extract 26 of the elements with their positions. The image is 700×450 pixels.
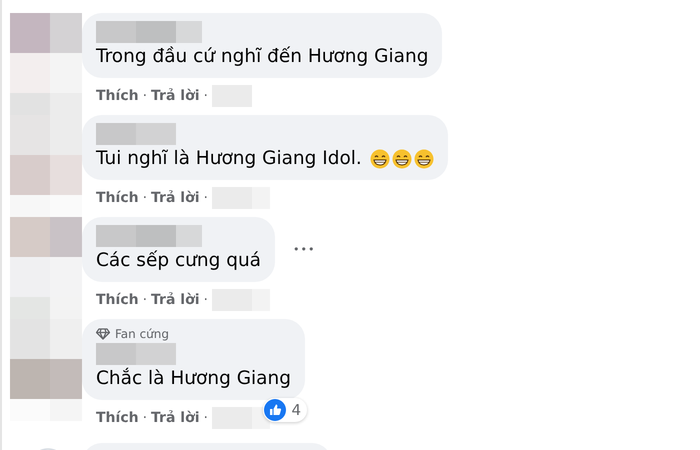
comment-text: Trong đầu cứ nghĩ đến Hương Giang bbox=[96, 45, 428, 69]
separator-dot: · bbox=[204, 88, 208, 104]
comment-action-link[interactable]: Thích bbox=[96, 88, 139, 104]
separator-dot: · bbox=[204, 190, 208, 206]
comment-text: Chắc là Hương Giang bbox=[96, 367, 291, 391]
comment-action-link[interactable]: Thích bbox=[96, 292, 139, 308]
reaction-count[interactable]: 4 bbox=[263, 398, 307, 422]
comment-text: Các sếp cưng quá bbox=[96, 249, 262, 273]
badge-label: Fan cứng bbox=[115, 327, 169, 341]
blurred-time-drawing bbox=[212, 407, 270, 429]
comment-action-link[interactable]: Trả lời bbox=[151, 190, 200, 206]
diamond-icon bbox=[96, 328, 110, 340]
separator-dot: · bbox=[142, 292, 148, 308]
thumbs-up-icon bbox=[264, 399, 286, 421]
comment-text: Tui nghĩ là Hương Giang Idol. bbox=[96, 147, 362, 171]
comment-action-link[interactable]: Trả lời bbox=[151, 410, 200, 426]
separator-dot: · bbox=[142, 410, 148, 426]
separator-dot: · bbox=[204, 410, 208, 426]
comment-action-link[interactable]: Thích bbox=[96, 410, 139, 426]
separator-dot: · bbox=[142, 88, 148, 104]
separator-dot: · bbox=[142, 190, 148, 206]
separator-dot: · bbox=[204, 292, 208, 308]
comment-action-link[interactable]: Trả lời bbox=[151, 88, 200, 104]
more-options-button[interactable]: ••• bbox=[289, 239, 320, 260]
comment-action-link[interactable]: Thích bbox=[96, 190, 139, 206]
comment-action-link[interactable]: Trả lời bbox=[151, 292, 200, 308]
